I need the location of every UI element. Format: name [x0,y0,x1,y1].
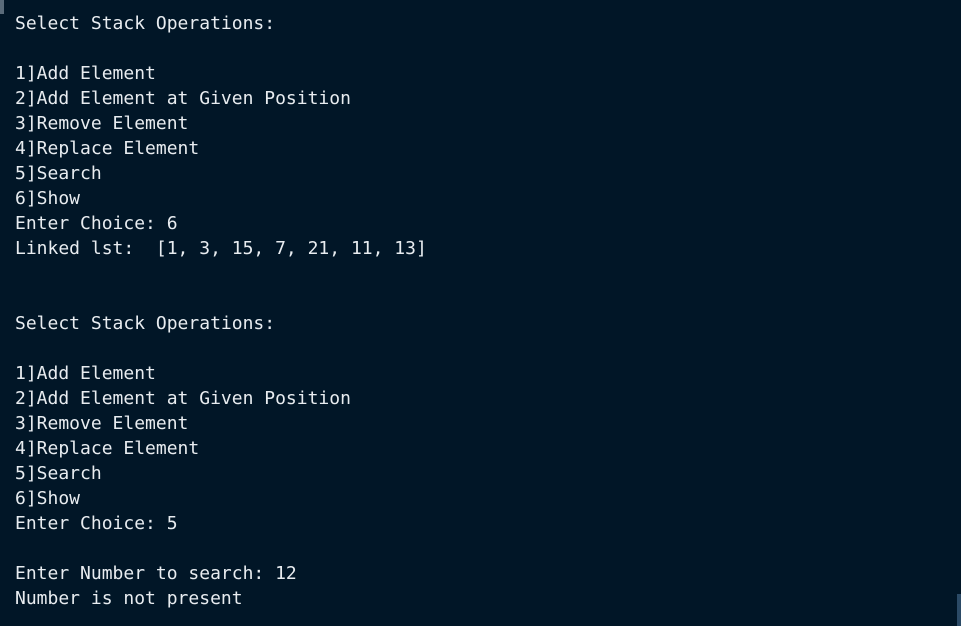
menu-option-add-at-position: 2]Add Element at Given Position [15,388,351,409]
window-edge-marker [0,0,4,14]
menu-option-show: 6]Show [15,188,81,209]
menu-option-add-element: 1]Add Element [15,363,156,384]
menu-option-replace-element: 4]Replace Element [15,438,200,459]
menu-option-search: 5]Search [15,463,102,484]
menu-option-add-at-position: 2]Add Element at Given Position [15,88,351,109]
menu-option-add-element: 1]Add Element [15,63,156,84]
menu-option-search: 5]Search [15,163,102,184]
menu-option-remove-element: 3]Remove Element [15,413,189,434]
search-input-line: Enter Number to search: 12 [15,563,297,584]
menu-title-line: Select Stack Operations: [15,13,276,34]
vertical-scrollbar[interactable] [957,0,961,626]
choice-input-line: Enter Choice: 5 [15,513,178,534]
menu-option-remove-element: 3]Remove Element [15,113,189,134]
linked-list-output: Linked lst: [1, 3, 15, 7, 21, 11, 13] [15,238,427,259]
choice-input-line: Enter Choice: 6 [15,213,178,234]
menu-option-show: 6]Show [15,488,81,509]
search-result-output: Number is not present [15,588,243,609]
scrollbar-thumb[interactable] [957,594,961,626]
menu-option-replace-element: 4]Replace Element [15,138,200,159]
terminal-output[interactable]: Select Stack Operations: 1]Add Element 2… [0,0,961,626]
menu-title-line: Select Stack Operations: [15,313,276,334]
